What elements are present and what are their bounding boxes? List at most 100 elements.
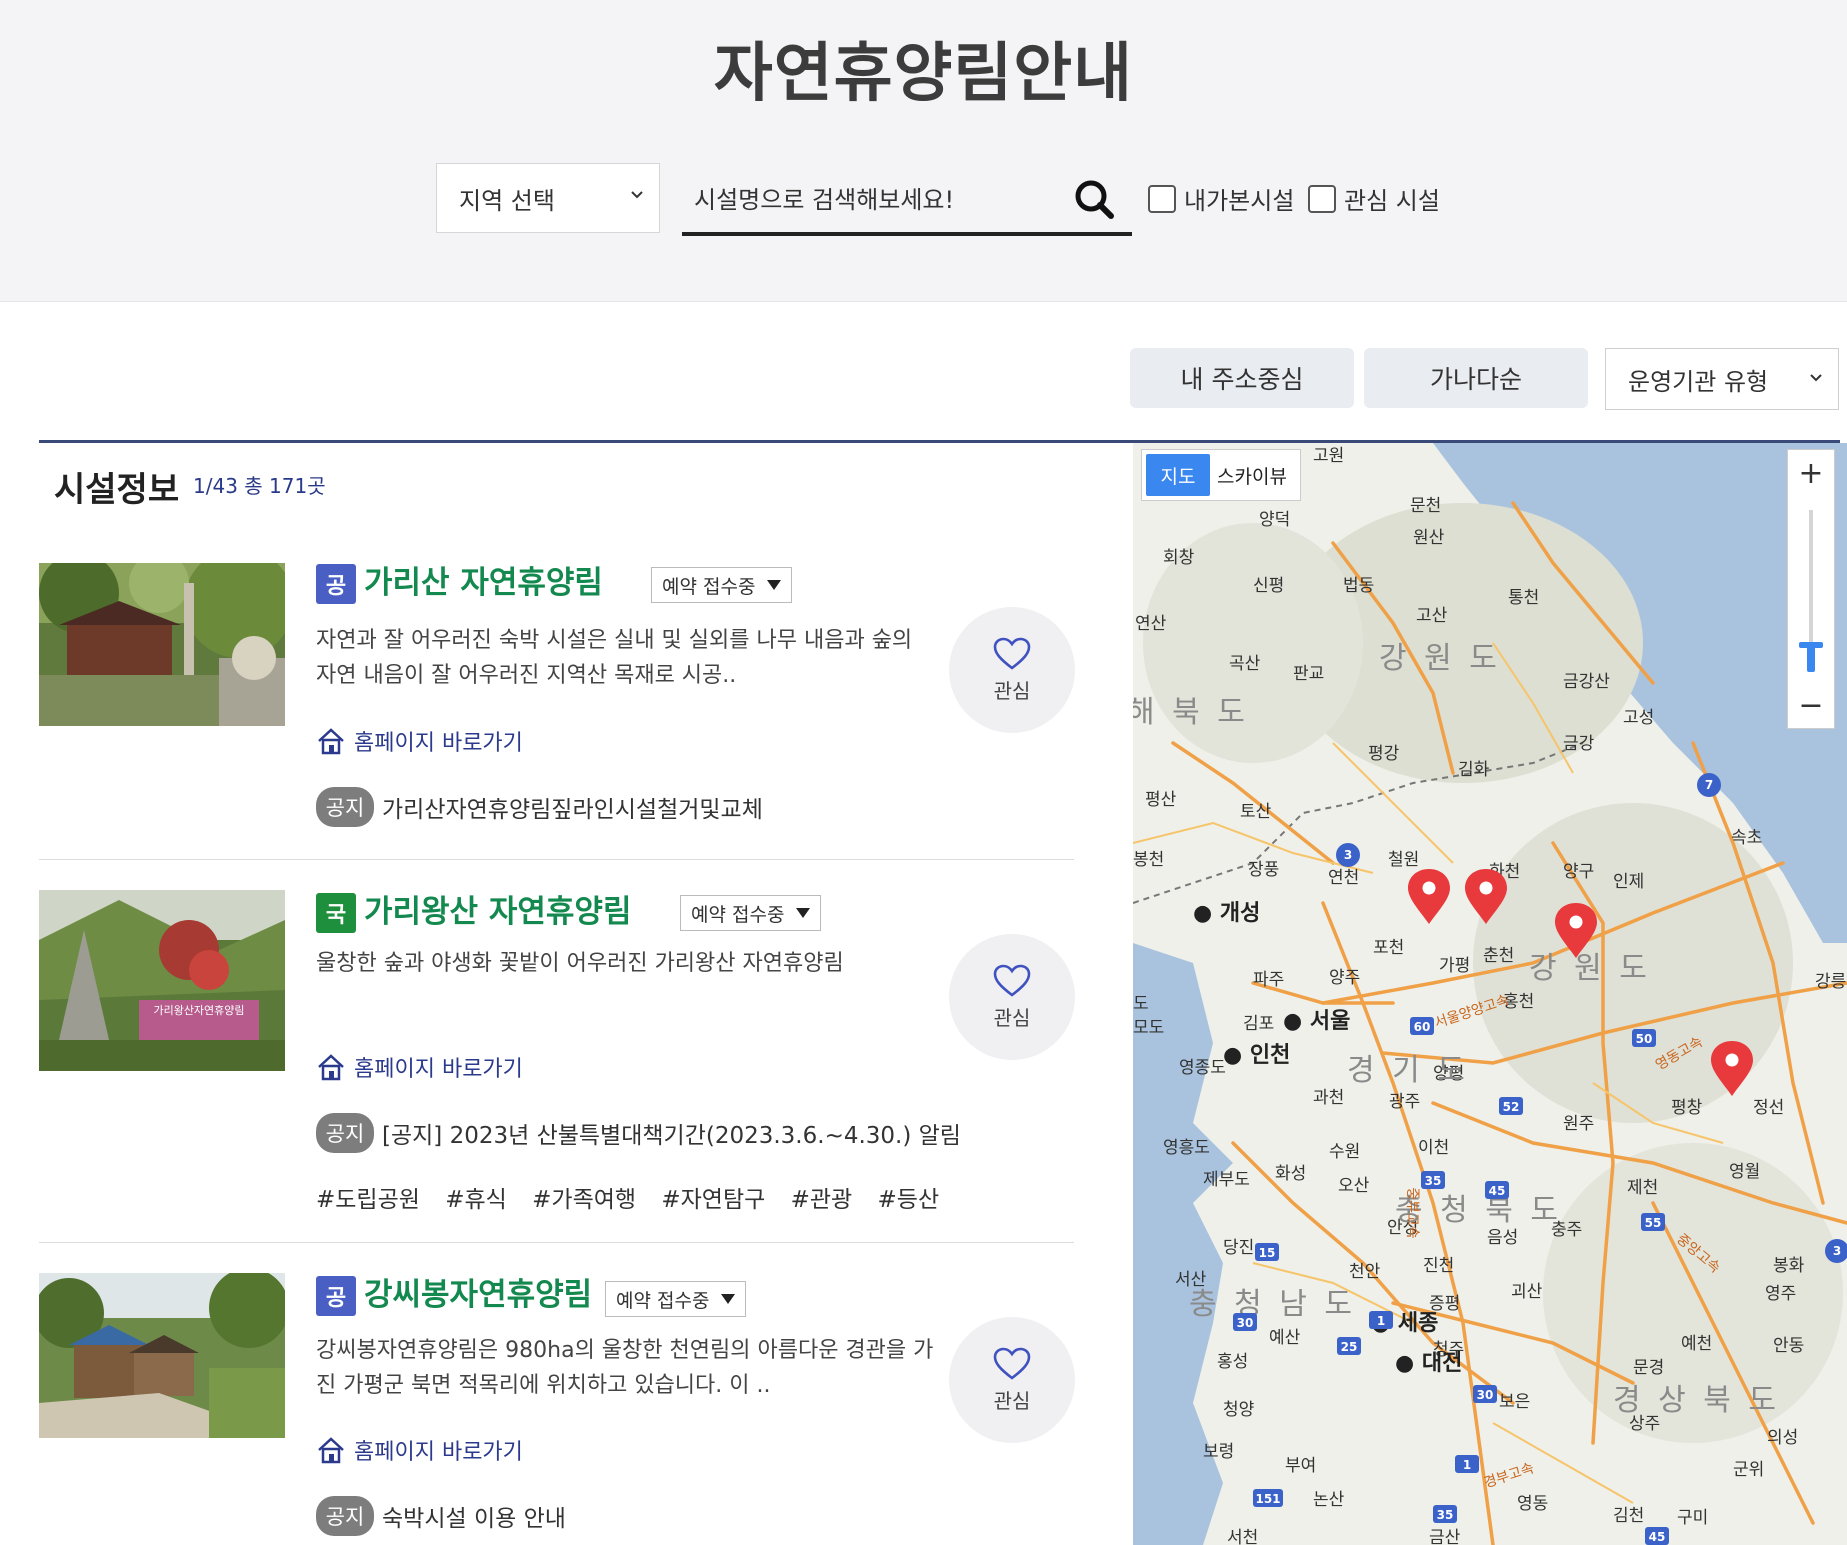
facility-name[interactable]: 강씨봉자연휴양림 [364, 1269, 592, 1314]
chevron-down-icon [1810, 374, 1822, 382]
search-input[interactable] [692, 181, 1056, 219]
header: 자연휴양림안내 지역 선택 내가본시설 관심 시설 [0, 0, 1847, 302]
status-label: 예약 접수중 [662, 575, 756, 598]
address-sort-button[interactable]: 내 주소중심 [1130, 348, 1354, 408]
interest-button[interactable]: 관심 [949, 1317, 1075, 1443]
tag[interactable]: #관광 [791, 1187, 853, 1213]
zoom-control: + − [1787, 449, 1835, 729]
map-place-label: 토산 [1240, 802, 1272, 822]
map-city-label: ● 인천 [1223, 1043, 1291, 1068]
forest-sign-text: 가리왕산자연휴양림 [153, 1004, 244, 1017]
checkbox-box[interactable] [1148, 184, 1176, 213]
map-place-label: 장풍 [1248, 860, 1280, 880]
facility-name[interactable]: 가리산 자연휴양림 [364, 557, 603, 602]
tag[interactable]: #도립공원 [316, 1187, 420, 1213]
map-view[interactable]: 지도 스카이뷰 + − 고원 양덕 문천 원산 회창 신평 법동 통천 고산 연… [1133, 443, 1847, 1545]
result-count: 1/43 총 171곳 [193, 474, 326, 498]
homepage-link[interactable]: 홈페이지 바로가기 [316, 1434, 523, 1466]
map-marker-pin-icon[interactable] [1406, 867, 1452, 925]
facility-name[interactable]: 가리왕산 자연휴양림 [364, 886, 631, 931]
zoom-slider-handle[interactable] [1799, 642, 1823, 672]
card-divider [39, 1242, 1074, 1243]
map-place-label: 평창 [1671, 1098, 1703, 1118]
map-place-label: 통천 [1508, 588, 1540, 608]
map-place-label: 영종도 [1179, 1058, 1226, 1078]
interest-button[interactable]: 관심 [949, 934, 1075, 1060]
map-place-label: 속초 [1731, 828, 1763, 848]
map-place-label: 춘천 [1483, 946, 1515, 966]
map-place-label: 평산 [1145, 790, 1177, 810]
tab-skyview[interactable]: 스카이뷰 [1210, 454, 1294, 496]
map-place-label: 김천 [1613, 1506, 1645, 1526]
map-province-label: 강 원 도 [1379, 641, 1501, 676]
facility-card: 공 강씨봉자연휴양림 예약 접수중 강씨봉자연휴양림은 980ha의 울창한 천… [39, 1273, 1075, 1545]
reservation-status-dropdown[interactable]: 예약 접수중 [680, 895, 822, 931]
interest-button[interactable]: 관심 [949, 607, 1075, 733]
search-icon[interactable] [1072, 177, 1116, 221]
page-title: 자연휴양림안내 [713, 37, 1134, 111]
homepage-link[interactable]: 홈페이지 바로가기 [316, 1051, 523, 1083]
map-city-label: ● 세종 [1371, 1311, 1439, 1336]
map-place-label: 오산 [1338, 1176, 1370, 1196]
tag[interactable]: #휴식 [445, 1187, 507, 1213]
heart-icon [993, 1347, 1031, 1380]
visited-checkbox[interactable]: 내가본시설 [1148, 181, 1294, 216]
zoom-in-button[interactable]: + [1788, 450, 1834, 496]
notice-text[interactable]: [공지] 2023년 산불특별대책기간(2023.3.6.~4.30.) 알림 [382, 1116, 961, 1150]
map-marker-pin-icon[interactable] [1709, 1039, 1755, 1097]
chevron-down-icon [631, 191, 643, 199]
homepage-link-label: 홈페이지 바로가기 [354, 1057, 523, 1082]
map-province-label: 해 북 도 [1133, 695, 1249, 730]
reservation-status-dropdown[interactable]: 예약 접수중 [651, 567, 793, 603]
facility-photo[interactable] [39, 563, 285, 726]
map-place-label: 의성 [1767, 1428, 1799, 1448]
zoom-out-button[interactable]: − [1788, 682, 1834, 728]
notice-text[interactable]: 가리산자연휴양림짚라인시설철거및교체 [382, 790, 763, 824]
map-place-label: 홍성 [1217, 1352, 1249, 1372]
map-place-label: 영동 [1517, 1494, 1549, 1514]
alpha-sort-button[interactable]: 가나다순 [1364, 348, 1588, 408]
interest-label: 관심 [993, 678, 1031, 703]
caret-down-icon [721, 1294, 736, 1304]
map-city-label: ● 서울 [1283, 1009, 1351, 1034]
notice-row[interactable]: 공지 가리산자연휴양림짚라인시설철거및교체 [316, 787, 763, 827]
map-place-label: 강릉 [1815, 972, 1847, 992]
region-select[interactable]: 지역 선택 [436, 163, 660, 233]
map-place-label: 서천 [1227, 1528, 1259, 1545]
map-place-label: 곡산 [1229, 654, 1261, 674]
notice-text[interactable]: 숙박시설 이용 안내 [382, 1499, 566, 1533]
tag-list: #도립공원 #휴식 #가족여행 #자연탐구 #관광 #등산 [316, 1180, 953, 1214]
tag[interactable]: #등산 [878, 1187, 940, 1213]
map-place-label: 제부도 [1203, 1170, 1250, 1190]
interest-checkbox-label: 관심 시설 [1344, 187, 1440, 215]
facility-photo[interactable]: 가리왕산자연휴양림 [39, 890, 285, 1071]
map-place-label: 모도 [1133, 1018, 1165, 1038]
map-place-label: 영월 [1729, 1162, 1761, 1182]
map-place-label: 고원 [1313, 446, 1345, 466]
facility-photo[interactable] [39, 1273, 285, 1438]
map-place-label: 보령 [1203, 1442, 1235, 1462]
map-place-label: 포천 [1373, 938, 1405, 958]
map-marker-pin-icon[interactable] [1553, 901, 1599, 959]
map-marker-pin-icon[interactable] [1463, 867, 1509, 925]
map-place-label: 부여 [1285, 1456, 1317, 1476]
homepage-link[interactable]: 홈페이지 바로가기 [316, 725, 523, 757]
tag[interactable]: #자연탐구 [661, 1187, 765, 1213]
org-type-select[interactable]: 운영기관 유형 [1605, 348, 1839, 410]
map-place-label: 보은 [1499, 1392, 1531, 1412]
facility-description: 자연과 잘 어우러진 숙박 시설은 실내 및 실외를 나무 내음과 숲의 자연 … [316, 628, 913, 688]
notice-row[interactable]: 공지 숙박시설 이용 안내 [316, 1496, 566, 1536]
map-place-label: 김포 [1243, 1014, 1275, 1034]
notice-row[interactable]: 공지 [공지] 2023년 산불특별대책기간(2023.3.6.~4.30.) … [316, 1113, 961, 1153]
tag[interactable]: #가족여행 [532, 1187, 636, 1213]
status-label: 예약 접수중 [691, 903, 785, 926]
map-place-label: 양주 [1329, 968, 1361, 988]
reservation-status-dropdown[interactable]: 예약 접수중 [605, 1281, 747, 1317]
map-place-label: 영흥도 [1163, 1138, 1210, 1158]
tab-map[interactable]: 지도 [1146, 454, 1210, 496]
home-icon [318, 1437, 344, 1464]
interest-checkbox[interactable]: 관심 시설 [1308, 181, 1440, 216]
map-place-label: 수원 [1329, 1142, 1361, 1162]
checkbox-box[interactable] [1308, 184, 1336, 213]
search-box [682, 163, 1132, 236]
